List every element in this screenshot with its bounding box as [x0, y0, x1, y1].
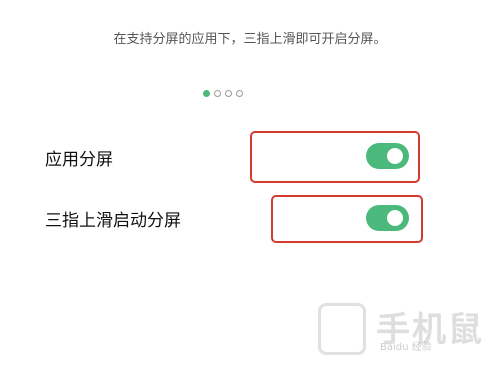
page-dot-1[interactable] — [203, 90, 210, 97]
page-indicator — [203, 90, 243, 97]
page-dot-4[interactable] — [236, 90, 243, 97]
toggle-knob — [387, 210, 403, 226]
app-split-screen-toggle[interactable] — [366, 143, 409, 169]
watermark-logo-icon — [318, 303, 366, 355]
watermark-subtext: Baidu 经验 — [380, 342, 432, 353]
app-split-screen-label: 应用分屏 — [45, 150, 113, 170]
page-dot-2[interactable] — [214, 90, 221, 97]
three-finger-swipe-label: 三指上滑启动分屏 — [45, 211, 181, 231]
page-dot-3[interactable] — [225, 90, 232, 97]
three-finger-swipe-toggle[interactable] — [366, 205, 409, 231]
feature-description: 在支持分屏的应用下，三指上滑即可开启分屏。 — [113, 32, 387, 47]
toggle-knob — [387, 148, 403, 164]
